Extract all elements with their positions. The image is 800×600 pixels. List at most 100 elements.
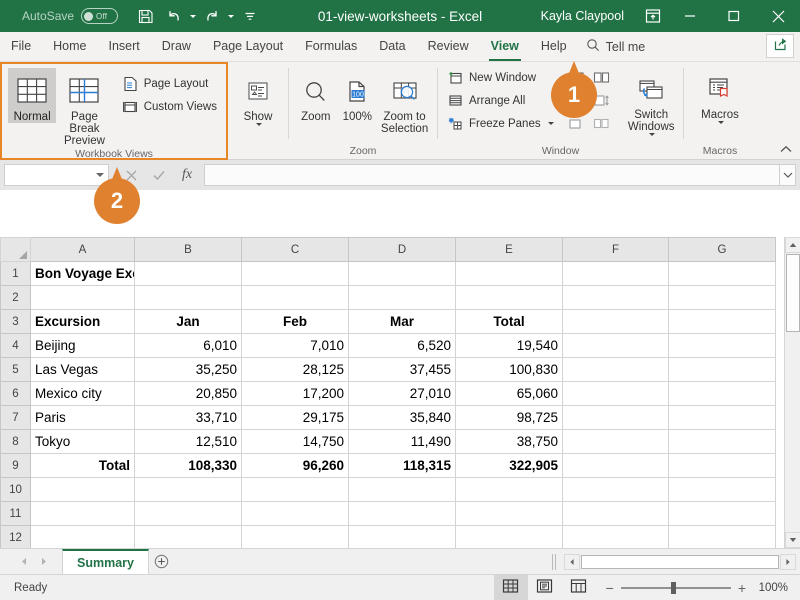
cell-F12[interactable]: [562, 525, 669, 548]
cell-G10[interactable]: [668, 477, 776, 502]
next-sheet-icon[interactable]: [40, 555, 48, 569]
redo-dropdown-icon[interactable]: [228, 14, 235, 18]
autosave-control[interactable]: AutoSave Off: [22, 8, 119, 24]
cell-G1[interactable]: [668, 261, 776, 286]
cell-C3[interactable]: Feb: [241, 309, 349, 334]
cell-G4[interactable]: [668, 333, 776, 358]
cell-C9[interactable]: 96,260: [241, 453, 349, 478]
scroll-up-icon[interactable]: [785, 237, 800, 253]
cell-G11[interactable]: [668, 501, 776, 526]
row-header-9[interactable]: 9: [0, 453, 31, 478]
cell-D8[interactable]: 11,490: [348, 429, 456, 454]
cell-B12[interactable]: [134, 525, 242, 548]
cell-A6[interactable]: Mexico city: [30, 381, 135, 406]
tab-help[interactable]: Help: [530, 32, 578, 61]
cell-F10[interactable]: [562, 477, 669, 502]
page-layout-view-button[interactable]: Page Layout: [119, 72, 220, 95]
macros-button[interactable]: Macros: [691, 66, 749, 124]
column-header-a[interactable]: A: [30, 237, 135, 262]
tab-insert[interactable]: Insert: [98, 32, 151, 61]
tab-formulas[interactable]: Formulas: [294, 32, 368, 61]
cell-F5[interactable]: [562, 357, 669, 382]
row-header-10[interactable]: 10: [0, 477, 31, 502]
zoom-in-button[interactable]: +: [738, 581, 746, 595]
column-header-b[interactable]: B: [134, 237, 242, 262]
row-header-8[interactable]: 8: [0, 429, 31, 454]
cell-C2[interactable]: [241, 285, 349, 310]
status-page-break-preview-button[interactable]: [562, 575, 596, 600]
status-page-layout-view-button[interactable]: [528, 575, 562, 600]
save-icon[interactable]: [132, 4, 158, 28]
row-header-12[interactable]: 12: [0, 525, 31, 548]
cell-F6[interactable]: [562, 381, 669, 406]
horizontal-scrollbar-thumb[interactable]: [581, 554, 779, 569]
user-name[interactable]: Kayla Claypool: [541, 9, 624, 23]
cell-B2[interactable]: [134, 285, 242, 310]
close-button[interactable]: [756, 0, 800, 32]
undo-icon[interactable]: [161, 4, 187, 28]
chevron-down-icon[interactable]: [96, 173, 104, 177]
cell-E9[interactable]: 322,905: [455, 453, 563, 478]
cell-E10[interactable]: [455, 477, 563, 502]
cell-A1[interactable]: Bon Voyage Excursions: [30, 261, 135, 286]
row-header-11[interactable]: 11: [0, 501, 31, 526]
customize-quick-access-icon[interactable]: [237, 4, 263, 28]
cell-B11[interactable]: [134, 501, 242, 526]
row-header-5[interactable]: 5: [0, 357, 31, 382]
cell-D10[interactable]: [348, 477, 456, 502]
cell-A2[interactable]: [30, 285, 135, 310]
formula-input[interactable]: [204, 164, 780, 186]
cell-C7[interactable]: 29,175: [241, 405, 349, 430]
cell-C8[interactable]: 14,750: [241, 429, 349, 454]
cell-F11[interactable]: [562, 501, 669, 526]
cell-A3[interactable]: Excursion: [30, 309, 135, 334]
cell-C6[interactable]: 17,200: [241, 381, 349, 406]
cell-A10[interactable]: [30, 477, 135, 502]
cell-F9[interactable]: [562, 453, 669, 478]
cell-G9[interactable]: [668, 453, 776, 478]
cell-B1[interactable]: [134, 261, 242, 286]
expand-formula-bar-icon[interactable]: [780, 164, 796, 186]
row-header-1[interactable]: 1: [0, 261, 31, 286]
cell-A8[interactable]: Tokyo: [30, 429, 135, 454]
status-normal-view-button[interactable]: [493, 574, 528, 600]
zoom-100-button[interactable]: 100 100%: [337, 68, 379, 123]
cell-A12[interactable]: [30, 525, 135, 548]
custom-views-button[interactable]: Custom Views: [119, 95, 220, 118]
tab-home[interactable]: Home: [42, 32, 97, 61]
cell-E4[interactable]: 19,540: [455, 333, 563, 358]
tab-split-handle[interactable]: [552, 553, 556, 570]
cell-C10[interactable]: [241, 477, 349, 502]
cell-C11[interactable]: [241, 501, 349, 526]
tab-view[interactable]: View: [480, 32, 530, 61]
cell-D9[interactable]: 118,315: [348, 453, 456, 478]
tab-page-layout[interactable]: Page Layout: [202, 32, 294, 61]
horizontal-scrollbar[interactable]: [564, 553, 796, 570]
cell-D12[interactable]: [348, 525, 456, 548]
cell-E3[interactable]: Total: [455, 309, 563, 334]
tell-me-box[interactable]: Tell me: [578, 32, 654, 61]
cell-G8[interactable]: [668, 429, 776, 454]
cell-G7[interactable]: [668, 405, 776, 430]
cell-F3[interactable]: [562, 309, 669, 334]
share-button[interactable]: [766, 34, 794, 58]
cell-F4[interactable]: [562, 333, 669, 358]
collapse-ribbon-icon[interactable]: [778, 141, 794, 157]
normal-view-button[interactable]: Normal: [8, 68, 57, 123]
column-header-d[interactable]: D: [348, 237, 456, 262]
cell-E8[interactable]: 38,750: [455, 429, 563, 454]
cell-E2[interactable]: [455, 285, 563, 310]
cell-B4[interactable]: 6,010: [134, 333, 242, 358]
zoom-level-label[interactable]: 100%: [756, 582, 800, 594]
cell-F7[interactable]: [562, 405, 669, 430]
cell-B9[interactable]: 108,330: [134, 453, 242, 478]
cell-G2[interactable]: [668, 285, 776, 310]
column-header-e[interactable]: E: [455, 237, 563, 262]
cell-E1[interactable]: [455, 261, 563, 286]
cell-E6[interactable]: 65,060: [455, 381, 563, 406]
cell-D4[interactable]: 6,520: [348, 333, 456, 358]
zoom-slider-control[interactable]: − +: [596, 581, 756, 595]
cell-F2[interactable]: [562, 285, 669, 310]
row-header-7[interactable]: 7: [0, 405, 31, 430]
cell-D2[interactable]: [348, 285, 456, 310]
